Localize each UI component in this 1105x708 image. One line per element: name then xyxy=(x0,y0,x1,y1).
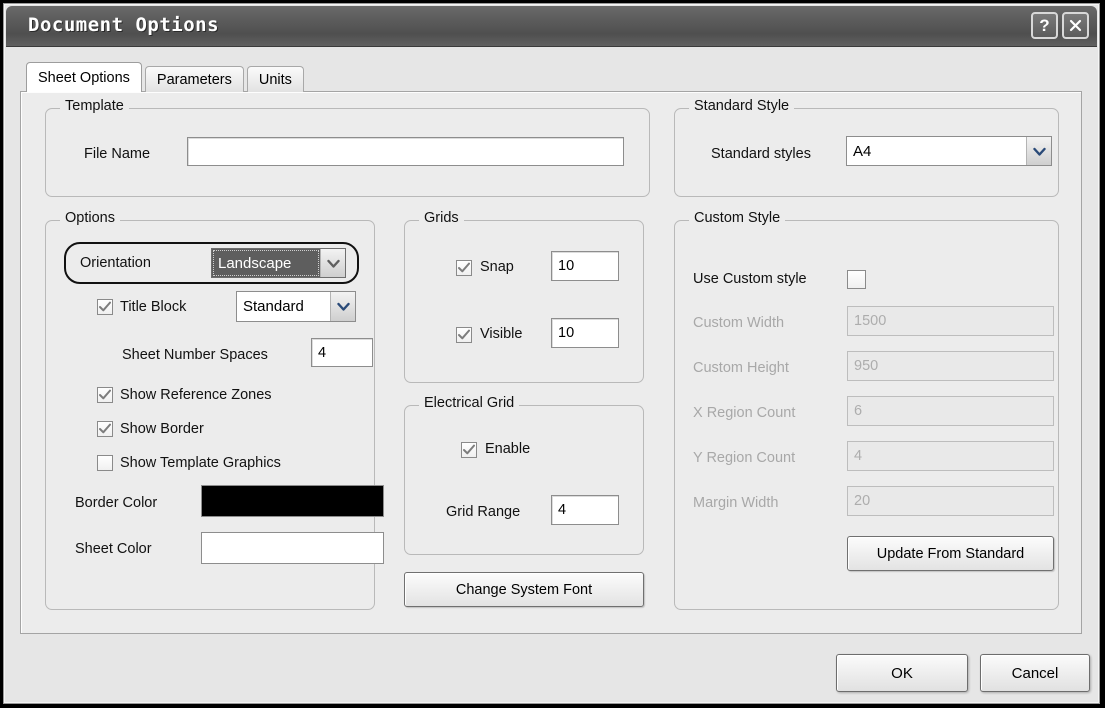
ok-button[interactable]: OK xyxy=(836,654,968,692)
options-group: Options Orientation Landscape Title Bloc… xyxy=(45,220,375,610)
tab-parameters[interactable]: Parameters xyxy=(145,66,244,92)
electrical-grid-group-title: Electrical Grid xyxy=(419,395,519,411)
custom-style-group: Custom Style Use Custom style Custom Wid… xyxy=(674,220,1059,610)
window-title: Document Options xyxy=(28,14,219,36)
show-reference-zones-checkbox[interactable] xyxy=(97,387,113,403)
sheet-color-swatch[interactable] xyxy=(201,532,384,564)
standard-styles-value: A4 xyxy=(847,143,1026,160)
check-icon xyxy=(458,329,470,341)
close-icon[interactable] xyxy=(1062,12,1089,39)
y-region-count-input[interactable]: 4 xyxy=(847,441,1054,471)
electrical-grid-group: Electrical Grid Enable Grid Range 4 xyxy=(404,405,644,555)
snap-checkbox[interactable] xyxy=(456,260,472,276)
check-icon xyxy=(99,301,111,313)
check-icon xyxy=(458,262,470,274)
title-block-checkbox[interactable] xyxy=(97,299,113,315)
chevron-down-icon[interactable] xyxy=(330,292,355,321)
template-group: Template File Name xyxy=(45,108,650,197)
orientation-label: Orientation xyxy=(80,255,151,271)
visible-label: Visible xyxy=(480,326,522,342)
sheet-options-panel: Template File Name Standard Style Standa… xyxy=(20,91,1082,634)
file-name-label: File Name xyxy=(84,146,150,162)
title-block-value: Standard xyxy=(237,298,330,315)
title-bar[interactable]: Document Options ? xyxy=(6,6,1097,47)
orientation-dropdown[interactable]: Landscape xyxy=(211,248,346,278)
grid-range-label: Grid Range xyxy=(446,504,520,520)
standard-style-group: Standard Style Standard styles A4 xyxy=(674,108,1059,197)
title-bar-buttons: ? xyxy=(1031,12,1089,39)
help-icon[interactable]: ? xyxy=(1031,12,1058,39)
chevron-down-icon[interactable] xyxy=(320,249,345,277)
x-region-count-input[interactable]: 6 xyxy=(847,396,1054,426)
show-border-label: Show Border xyxy=(120,421,204,437)
y-region-count-label: Y Region Count xyxy=(693,450,795,466)
custom-style-group-title: Custom Style xyxy=(689,210,785,226)
document-options-dialog: Document Options ? Sheet Options Paramet… xyxy=(3,3,1100,704)
electrical-grid-enable-checkbox[interactable] xyxy=(461,442,477,458)
electrical-grid-enable-label: Enable xyxy=(485,441,530,457)
x-region-count-label: X Region Count xyxy=(693,405,795,421)
standard-styles-dropdown[interactable]: A4 xyxy=(846,136,1052,166)
show-border-checkbox[interactable] xyxy=(97,421,113,437)
close-x-glyph xyxy=(1068,18,1083,33)
template-group-title: Template xyxy=(60,98,129,114)
title-block-dropdown[interactable]: Standard xyxy=(236,291,356,322)
snap-label: Snap xyxy=(480,259,514,275)
grid-range-input[interactable]: 4 xyxy=(551,495,619,525)
chevron-down-icon[interactable] xyxy=(1026,137,1051,165)
sheet-color-label: Sheet Color xyxy=(75,541,152,557)
use-custom-style-label: Use Custom style xyxy=(693,271,807,287)
show-template-graphics-checkbox[interactable] xyxy=(97,455,113,471)
check-icon xyxy=(99,423,111,435)
standard-styles-label: Standard styles xyxy=(711,146,811,162)
cancel-button[interactable]: Cancel xyxy=(980,654,1090,692)
border-color-label: Border Color xyxy=(75,495,157,511)
tab-units[interactable]: Units xyxy=(247,66,304,92)
use-custom-style-checkbox[interactable] xyxy=(847,270,866,289)
custom-width-input[interactable]: 1500 xyxy=(847,306,1054,336)
snap-input[interactable]: 10 xyxy=(551,251,619,281)
show-reference-zones-label: Show Reference Zones xyxy=(120,387,272,403)
grids-group-title: Grids xyxy=(419,210,464,226)
margin-width-input[interactable]: 20 xyxy=(847,486,1054,516)
help-button-label: ? xyxy=(1039,17,1049,34)
check-icon xyxy=(99,389,111,401)
change-system-font-button[interactable]: Change System Font xyxy=(404,572,644,607)
sheet-number-spaces-input[interactable]: 4 xyxy=(311,338,373,367)
options-group-title: Options xyxy=(60,210,120,226)
update-from-standard-button[interactable]: Update From Standard xyxy=(847,536,1054,571)
show-template-graphics-label: Show Template Graphics xyxy=(120,455,281,471)
custom-height-label: Custom Height xyxy=(693,360,789,376)
grids-group: Grids Snap 10 Visible 10 xyxy=(404,220,644,383)
tab-sheet-options-label: Sheet Options xyxy=(38,70,130,86)
margin-width-label: Margin Width xyxy=(693,495,778,511)
tab-sheet-options[interactable]: Sheet Options xyxy=(26,62,142,92)
border-color-swatch[interactable] xyxy=(201,485,384,517)
tab-units-label: Units xyxy=(259,72,292,88)
tab-parameters-label: Parameters xyxy=(157,72,232,88)
tab-strip: Sheet Options Parameters Units xyxy=(26,62,307,92)
file-name-input[interactable] xyxy=(187,137,624,166)
title-block-label: Title Block xyxy=(120,299,186,315)
custom-height-input[interactable]: 950 xyxy=(847,351,1054,381)
visible-input[interactable]: 10 xyxy=(551,318,619,348)
sheet-number-spaces-label: Sheet Number Spaces xyxy=(122,347,268,363)
orientation-value: Landscape xyxy=(212,249,320,277)
visible-checkbox[interactable] xyxy=(456,327,472,343)
standard-style-group-title: Standard Style xyxy=(689,98,794,114)
custom-width-label: Custom Width xyxy=(693,315,784,331)
check-icon xyxy=(463,444,475,456)
